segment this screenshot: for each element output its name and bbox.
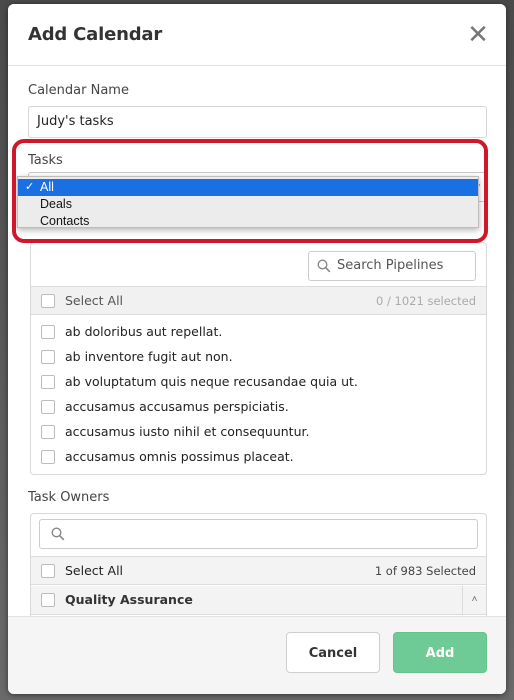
add-button[interactable]: Add (393, 632, 487, 673)
list-item[interactable]: accusamus accusamus perspiciatis. (31, 394, 486, 419)
task-owners-group-row[interactable]: Quality Assurance ˄ (31, 586, 486, 615)
item-label: ab inventore fugit aut non. (65, 349, 233, 364)
item-checkbox[interactable] (41, 325, 55, 339)
highlight-outline (12, 139, 488, 243)
task-owners-search-input[interactable] (39, 519, 478, 549)
modal-footer: Cancel Add (8, 616, 506, 694)
list-item[interactable]: ab inventore fugit aut non. (31, 344, 486, 369)
item-checkbox[interactable] (41, 400, 55, 414)
task-owners-label: Task Owners (28, 490, 110, 505)
pipelines-search-input[interactable]: Search Pipelines (308, 251, 476, 281)
item-label: ab doloribus aut repellat. (65, 324, 223, 339)
task-owners-select-all-checkbox[interactable] (41, 564, 55, 578)
item-label: accusamus iusto nihil et consequuntur. (65, 424, 310, 439)
modal-title: Add Calendar (28, 24, 163, 45)
task-owners-select-all-label: Select All (65, 563, 124, 578)
task-owners-panel: Select All 1 of 983 Selected Quality Ass… (30, 513, 487, 623)
item-checkbox[interactable] (41, 425, 55, 439)
modal-header: Add Calendar ✕ (8, 4, 506, 66)
item-label: ab voluptatum quis neque recusandae quia… (65, 374, 358, 389)
close-icon[interactable]: ✕ (464, 20, 492, 48)
pipelines-count: 0 / 1021 selected (376, 294, 476, 308)
cancel-button[interactable]: Cancel (286, 632, 380, 673)
item-checkbox[interactable] (41, 350, 55, 364)
task-owners-count: 1 of 983 Selected (374, 564, 476, 578)
calendar-name-label: Calendar Name (28, 83, 129, 98)
group-label: Quality Assurance (65, 592, 193, 607)
list-item[interactable]: ab doloribus aut repellat. (31, 319, 486, 344)
list-item[interactable]: accusamus omnis possimus placeat. (31, 444, 486, 469)
chevron-up-icon[interactable]: ˄ (462, 586, 486, 614)
task-owners-select-all-row: Select All 1 of 983 Selected (31, 556, 486, 585)
pipelines-select-all-row: Select All 0 / 1021 selected (31, 286, 486, 315)
modal-body: Calendar Name Judy's tasks Tasks ▾ ✓ All… (8, 66, 506, 623)
item-label: accusamus accusamus perspiciatis. (65, 399, 289, 414)
pipelines-select-all-label: Select All (65, 293, 124, 308)
item-checkbox[interactable] (41, 375, 55, 389)
pipelines-select-all-checkbox[interactable] (41, 294, 55, 308)
pipelines-search-placeholder: Search Pipelines (337, 258, 444, 273)
add-calendar-modal: Add Calendar ✕ Calendar Name Judy's task… (8, 4, 506, 694)
item-label: accusamus omnis possimus placeat. (65, 449, 294, 464)
item-checkbox[interactable] (41, 450, 55, 464)
pipelines-panel: Search Pipelines Select All 0 / 1021 sel… (30, 242, 487, 475)
search-icon (317, 259, 331, 273)
calendar-name-input[interactable]: Judy's tasks (28, 106, 487, 138)
list-item[interactable]: ab voluptatum quis neque recusandae quia… (31, 369, 486, 394)
group-checkbox[interactable] (41, 593, 55, 607)
list-item[interactable]: accusamus iusto nihil et consequuntur. (31, 419, 486, 444)
search-icon (51, 527, 65, 541)
